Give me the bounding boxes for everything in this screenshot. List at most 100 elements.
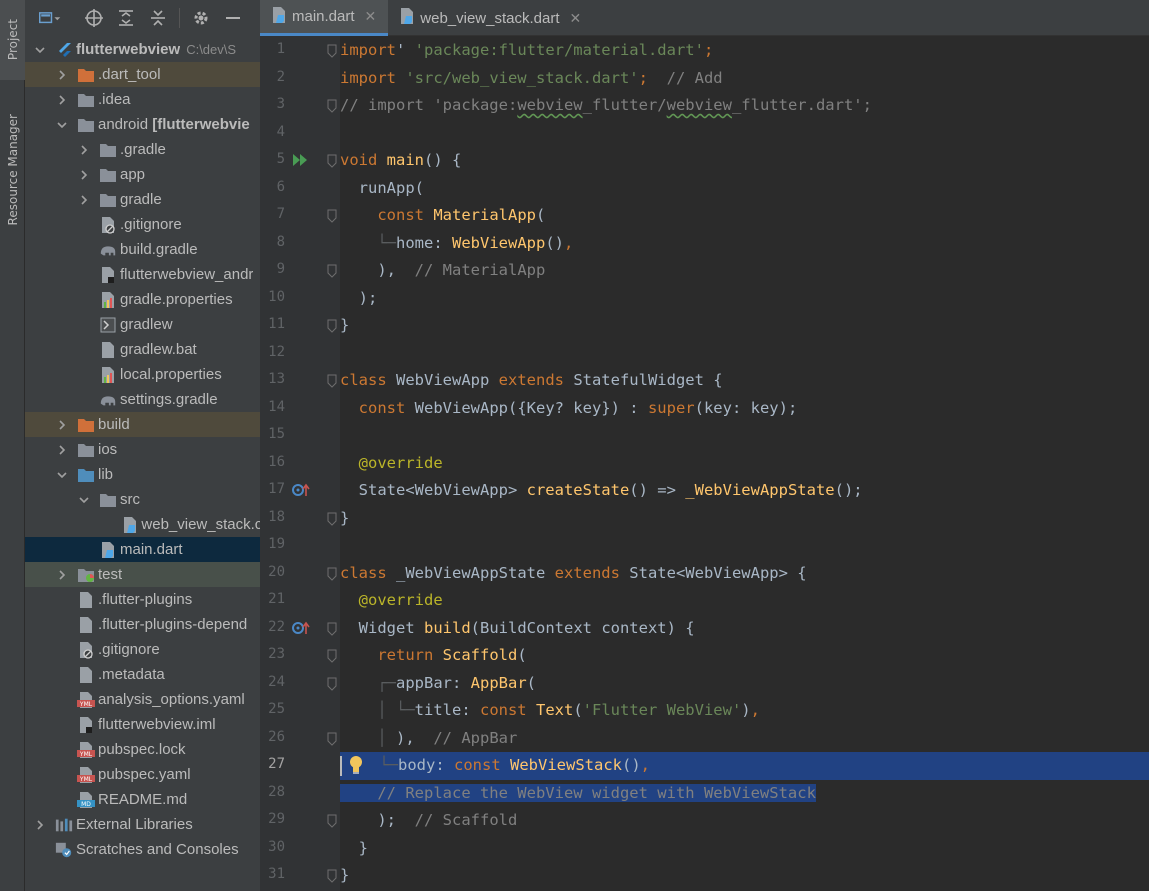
code-line[interactable] — [340, 340, 1149, 368]
chevron-right-icon[interactable] — [77, 168, 91, 182]
code-editor[interactable]: import' 'package:flutter/material.dart';… — [340, 36, 1149, 891]
tree-item-build-gradle[interactable]: build.gradle — [25, 237, 260, 262]
chevron-right-icon[interactable] — [33, 818, 47, 832]
lightbulb-icon[interactable] — [348, 754, 364, 776]
code-line[interactable]: class WebViewApp extends StatefulWidget … — [340, 367, 1149, 395]
override-method-icon[interactable] — [292, 620, 312, 638]
tree-item-pubspec-yaml[interactable]: YML pubspec.yaml — [25, 762, 260, 787]
tree-item-external-libraries[interactable]: External Libraries — [25, 812, 260, 837]
code-line[interactable] — [340, 532, 1149, 560]
run-icon[interactable] — [292, 152, 312, 170]
code-line[interactable]: const MaterialApp( — [340, 202, 1149, 230]
tree-item-dart-tool[interactable]: .dart_tool — [25, 62, 260, 87]
tree-item-flutterwebview[interactable]: flutterwebview C:\dev\S — [25, 37, 260, 62]
fold-marker-icon[interactable] — [327, 868, 337, 883]
project-tool-tab[interactable]: Project — [0, 0, 25, 80]
tree-item-scratches-and-consoles[interactable]: Scratches and Consoles — [25, 837, 260, 862]
fold-marker-icon[interactable] — [327, 263, 337, 278]
code-line[interactable]: │ └─title: const Text('Flutter WebView')… — [340, 697, 1149, 725]
close-icon[interactable]: ✕ — [365, 8, 377, 25]
chevron-right-icon[interactable] — [55, 68, 69, 82]
code-line[interactable]: @override — [340, 450, 1149, 478]
fold-marker-icon[interactable] — [327, 511, 337, 526]
view-mode-dropdown-icon[interactable] — [39, 7, 61, 29]
tree-item-settings-gradle[interactable]: settings.gradle — [25, 387, 260, 412]
fold-marker-icon[interactable] — [327, 676, 337, 691]
expand-all-icon[interactable] — [115, 7, 137, 29]
chevron-right-icon[interactable] — [55, 418, 69, 432]
code-line[interactable]: } — [340, 312, 1149, 340]
fold-marker-icon[interactable] — [327, 98, 337, 113]
code-line[interactable] — [340, 422, 1149, 450]
tree-item-flutter-plugins[interactable]: .flutter-plugins — [25, 587, 260, 612]
override-method-icon[interactable] — [292, 482, 312, 500]
collapse-all-icon[interactable] — [147, 7, 169, 29]
fold-marker-icon[interactable] — [327, 208, 337, 223]
editor-tab-main-dart[interactable]: main.dart ✕ — [260, 0, 389, 36]
tree-item-gitignore[interactable]: .gitignore — [25, 212, 260, 237]
tree-item-main-dart[interactable]: main.dart — [25, 537, 260, 562]
locate-file-icon[interactable] — [83, 7, 105, 29]
code-line[interactable]: } — [340, 862, 1149, 890]
chevron-right-icon[interactable] — [55, 93, 69, 107]
tree-item-gradle[interactable]: gradle — [25, 187, 260, 212]
tree-item-gradle-properties[interactable]: gradle.properties — [25, 287, 260, 312]
chevron-down-icon[interactable] — [77, 493, 91, 507]
tree-item-lib[interactable]: lib — [25, 462, 260, 487]
chevron-right-icon[interactable] — [55, 443, 69, 457]
tree-item-web-view-stack-c[interactable]: web_view_stack.c — [25, 512, 260, 537]
fold-marker-icon[interactable] — [327, 813, 337, 828]
code-line[interactable]: } — [340, 835, 1149, 863]
code-line[interactable] — [340, 120, 1149, 148]
tree-item-flutter-plugins-depend[interactable]: .flutter-plugins-depend — [25, 612, 260, 637]
resource-manager-tool-tab[interactable]: Resource Manager — [0, 95, 25, 245]
tree-item-flutterwebview-andr[interactable]: flutterwebview_andr — [25, 262, 260, 287]
code-line[interactable]: ┌─appBar: AppBar( — [340, 670, 1149, 698]
chevron-down-icon[interactable] — [55, 468, 69, 482]
code-line[interactable]: class _WebViewAppState extends State<Web… — [340, 560, 1149, 588]
chevron-right-icon[interactable] — [77, 143, 91, 157]
gear-icon[interactable] — [190, 7, 212, 29]
code-line[interactable]: State<WebViewApp> createState() => _WebV… — [340, 477, 1149, 505]
tree-item-gradlew-bat[interactable]: gradlew.bat — [25, 337, 260, 362]
code-line[interactable]: void main() { — [340, 147, 1149, 175]
fold-marker-icon[interactable] — [327, 43, 337, 58]
tree-item-analysis-options-yaml[interactable]: YML analysis_options.yaml — [25, 687, 260, 712]
code-line[interactable]: runApp( — [340, 175, 1149, 203]
tree-item-build[interactable]: build — [25, 412, 260, 437]
fold-marker-icon[interactable] — [327, 318, 337, 333]
tree-item-ios[interactable]: ios — [25, 437, 260, 462]
tree-item-local-properties[interactable]: local.properties — [25, 362, 260, 387]
code-line[interactable]: import' 'package:flutter/material.dart'; — [340, 37, 1149, 65]
code-line[interactable]: Widget build(BuildContext context) { — [340, 615, 1149, 643]
tree-item-metadata[interactable]: .metadata — [25, 662, 260, 687]
tree-item-gradlew[interactable]: gradlew — [25, 312, 260, 337]
chevron-right-icon[interactable] — [77, 193, 91, 207]
code-line[interactable]: const WebViewApp({Key? key}) : super(key… — [340, 395, 1149, 423]
tree-item-gitignore[interactable]: .gitignore — [25, 637, 260, 662]
code-line[interactable]: ); — [340, 285, 1149, 313]
fold-marker-icon[interactable] — [327, 566, 337, 581]
tree-item-android-flutterwebvie[interactable]: android [flutterwebvie — [25, 112, 260, 137]
code-line[interactable]: // Replace the WebView widget with WebVi… — [340, 780, 1149, 808]
code-line[interactable]: import 'src/web_view_stack.dart'; // Add — [340, 65, 1149, 93]
code-line[interactable]: └─body: const WebViewStack(), — [340, 752, 1149, 780]
tree-item-idea[interactable]: .idea — [25, 87, 260, 112]
tree-item-app[interactable]: app — [25, 162, 260, 187]
code-line[interactable]: │ ), // AppBar — [340, 725, 1149, 753]
fold-marker-icon[interactable] — [327, 648, 337, 663]
code-line[interactable]: return Scaffold( — [340, 642, 1149, 670]
code-line[interactable]: // import 'package:webview_flutter/webvi… — [340, 92, 1149, 120]
code-line[interactable]: ); // Scaffold — [340, 807, 1149, 835]
fold-marker-icon[interactable] — [327, 621, 337, 636]
chevron-down-icon[interactable] — [33, 43, 47, 57]
fold-marker-icon[interactable] — [327, 731, 337, 746]
chevron-down-icon[interactable] — [55, 118, 69, 132]
tree-item-src[interactable]: src — [25, 487, 260, 512]
close-icon[interactable]: ✕ — [570, 10, 582, 27]
editor-tab-web-view-stack-dart[interactable]: web_view_stack.dart ✕ — [388, 0, 593, 36]
code-line[interactable]: @override — [340, 587, 1149, 615]
code-line[interactable]: } — [340, 505, 1149, 533]
fold-marker-icon[interactable] — [327, 373, 337, 388]
tree-item-test[interactable]: test — [25, 562, 260, 587]
